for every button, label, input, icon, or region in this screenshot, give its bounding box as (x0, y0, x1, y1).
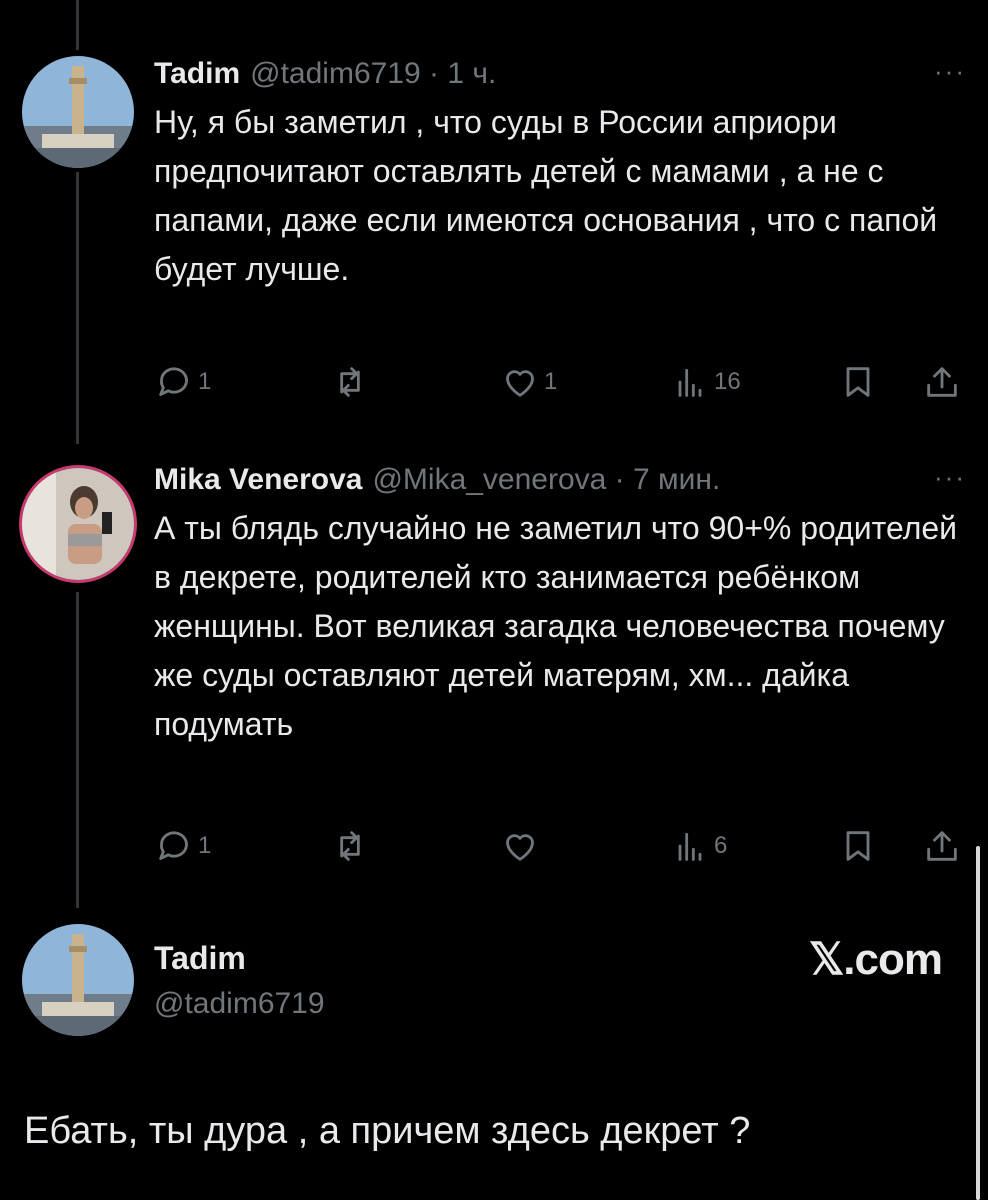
post-tadim[interactable]: Tadim @tadim6719 · 1 ч. ··· Ну, я бы зам… (154, 56, 966, 294)
repost-icon (340, 367, 360, 397)
post-mika[interactable]: Mika Venerova @Mika_venerova · 7 мин. ··… (154, 462, 966, 749)
author-name[interactable]: Mika Venerova (154, 462, 362, 498)
views-button[interactable]: 6 (670, 826, 727, 866)
author-meta: @Mika_venerova · 7 мин. (372, 463, 721, 496)
scrollbar[interactable] (976, 846, 980, 1200)
reply-icon (159, 831, 188, 860)
reply-author: Tadim @tadim6719 (154, 938, 325, 1024)
avatar[interactable] (22, 924, 134, 1036)
views-count: 16 (714, 368, 741, 395)
like-count: 1 (544, 368, 558, 395)
brand-logo: 𝕏.com (808, 935, 943, 984)
reply-icon (159, 367, 188, 396)
more-options-icon[interactable]: ··· (934, 462, 966, 493)
views-button[interactable]: 16 (670, 362, 741, 402)
views-count: 6 (714, 832, 728, 859)
like-icon (506, 370, 534, 397)
reply-button[interactable]: 1 (154, 826, 211, 866)
author-name[interactable]: Tadim (154, 938, 325, 978)
like-button[interactable] (500, 826, 544, 866)
share-icon (927, 831, 957, 861)
share-button[interactable] (922, 826, 962, 866)
action-bar: 1 6 (154, 826, 962, 866)
post-text: Ну, я бы заметил , что суды в России апр… (154, 104, 938, 287)
author-handle: @tadim6719 (154, 987, 325, 1020)
avatar[interactable] (22, 468, 134, 580)
bookmark-button[interactable] (838, 362, 878, 402)
views-icon (678, 368, 702, 397)
reply-text: Ебать, ты дура , а причем здесь декрет ? (24, 1110, 751, 1152)
repost-button[interactable] (330, 362, 370, 402)
bookmark-button[interactable] (838, 826, 878, 866)
bookmark-icon (846, 831, 870, 861)
like-button[interactable]: 1 (500, 362, 557, 402)
author-name[interactable]: Tadim (154, 56, 240, 92)
views-icon (678, 832, 702, 861)
reply-button[interactable]: 1 (154, 362, 211, 402)
post-header: Tadim @tadim6719 · 1 ч. (154, 56, 966, 92)
post-text: А ты блядь случайно не заметил что 90+% … (154, 510, 958, 742)
reply-count: 1 (198, 368, 212, 395)
repost-icon (340, 831, 360, 861)
action-bar: 1 1 16 (154, 362, 962, 402)
share-icon (927, 367, 957, 397)
thread-line-top (76, 0, 79, 50)
like-icon (506, 834, 534, 861)
author-meta: @tadim6719 · 1 ч. (250, 57, 497, 90)
more-options-icon[interactable]: ··· (934, 56, 966, 87)
bookmark-icon (846, 367, 870, 397)
repost-button[interactable] (330, 826, 370, 866)
avatar[interactable] (22, 56, 134, 168)
share-button[interactable] (922, 362, 962, 402)
thread-line-bottom (76, 592, 79, 908)
reply-count: 1 (198, 832, 212, 859)
post-header: Mika Venerova @Mika_venerova · 7 мин. (154, 462, 966, 498)
thread-line-mid (76, 172, 79, 444)
